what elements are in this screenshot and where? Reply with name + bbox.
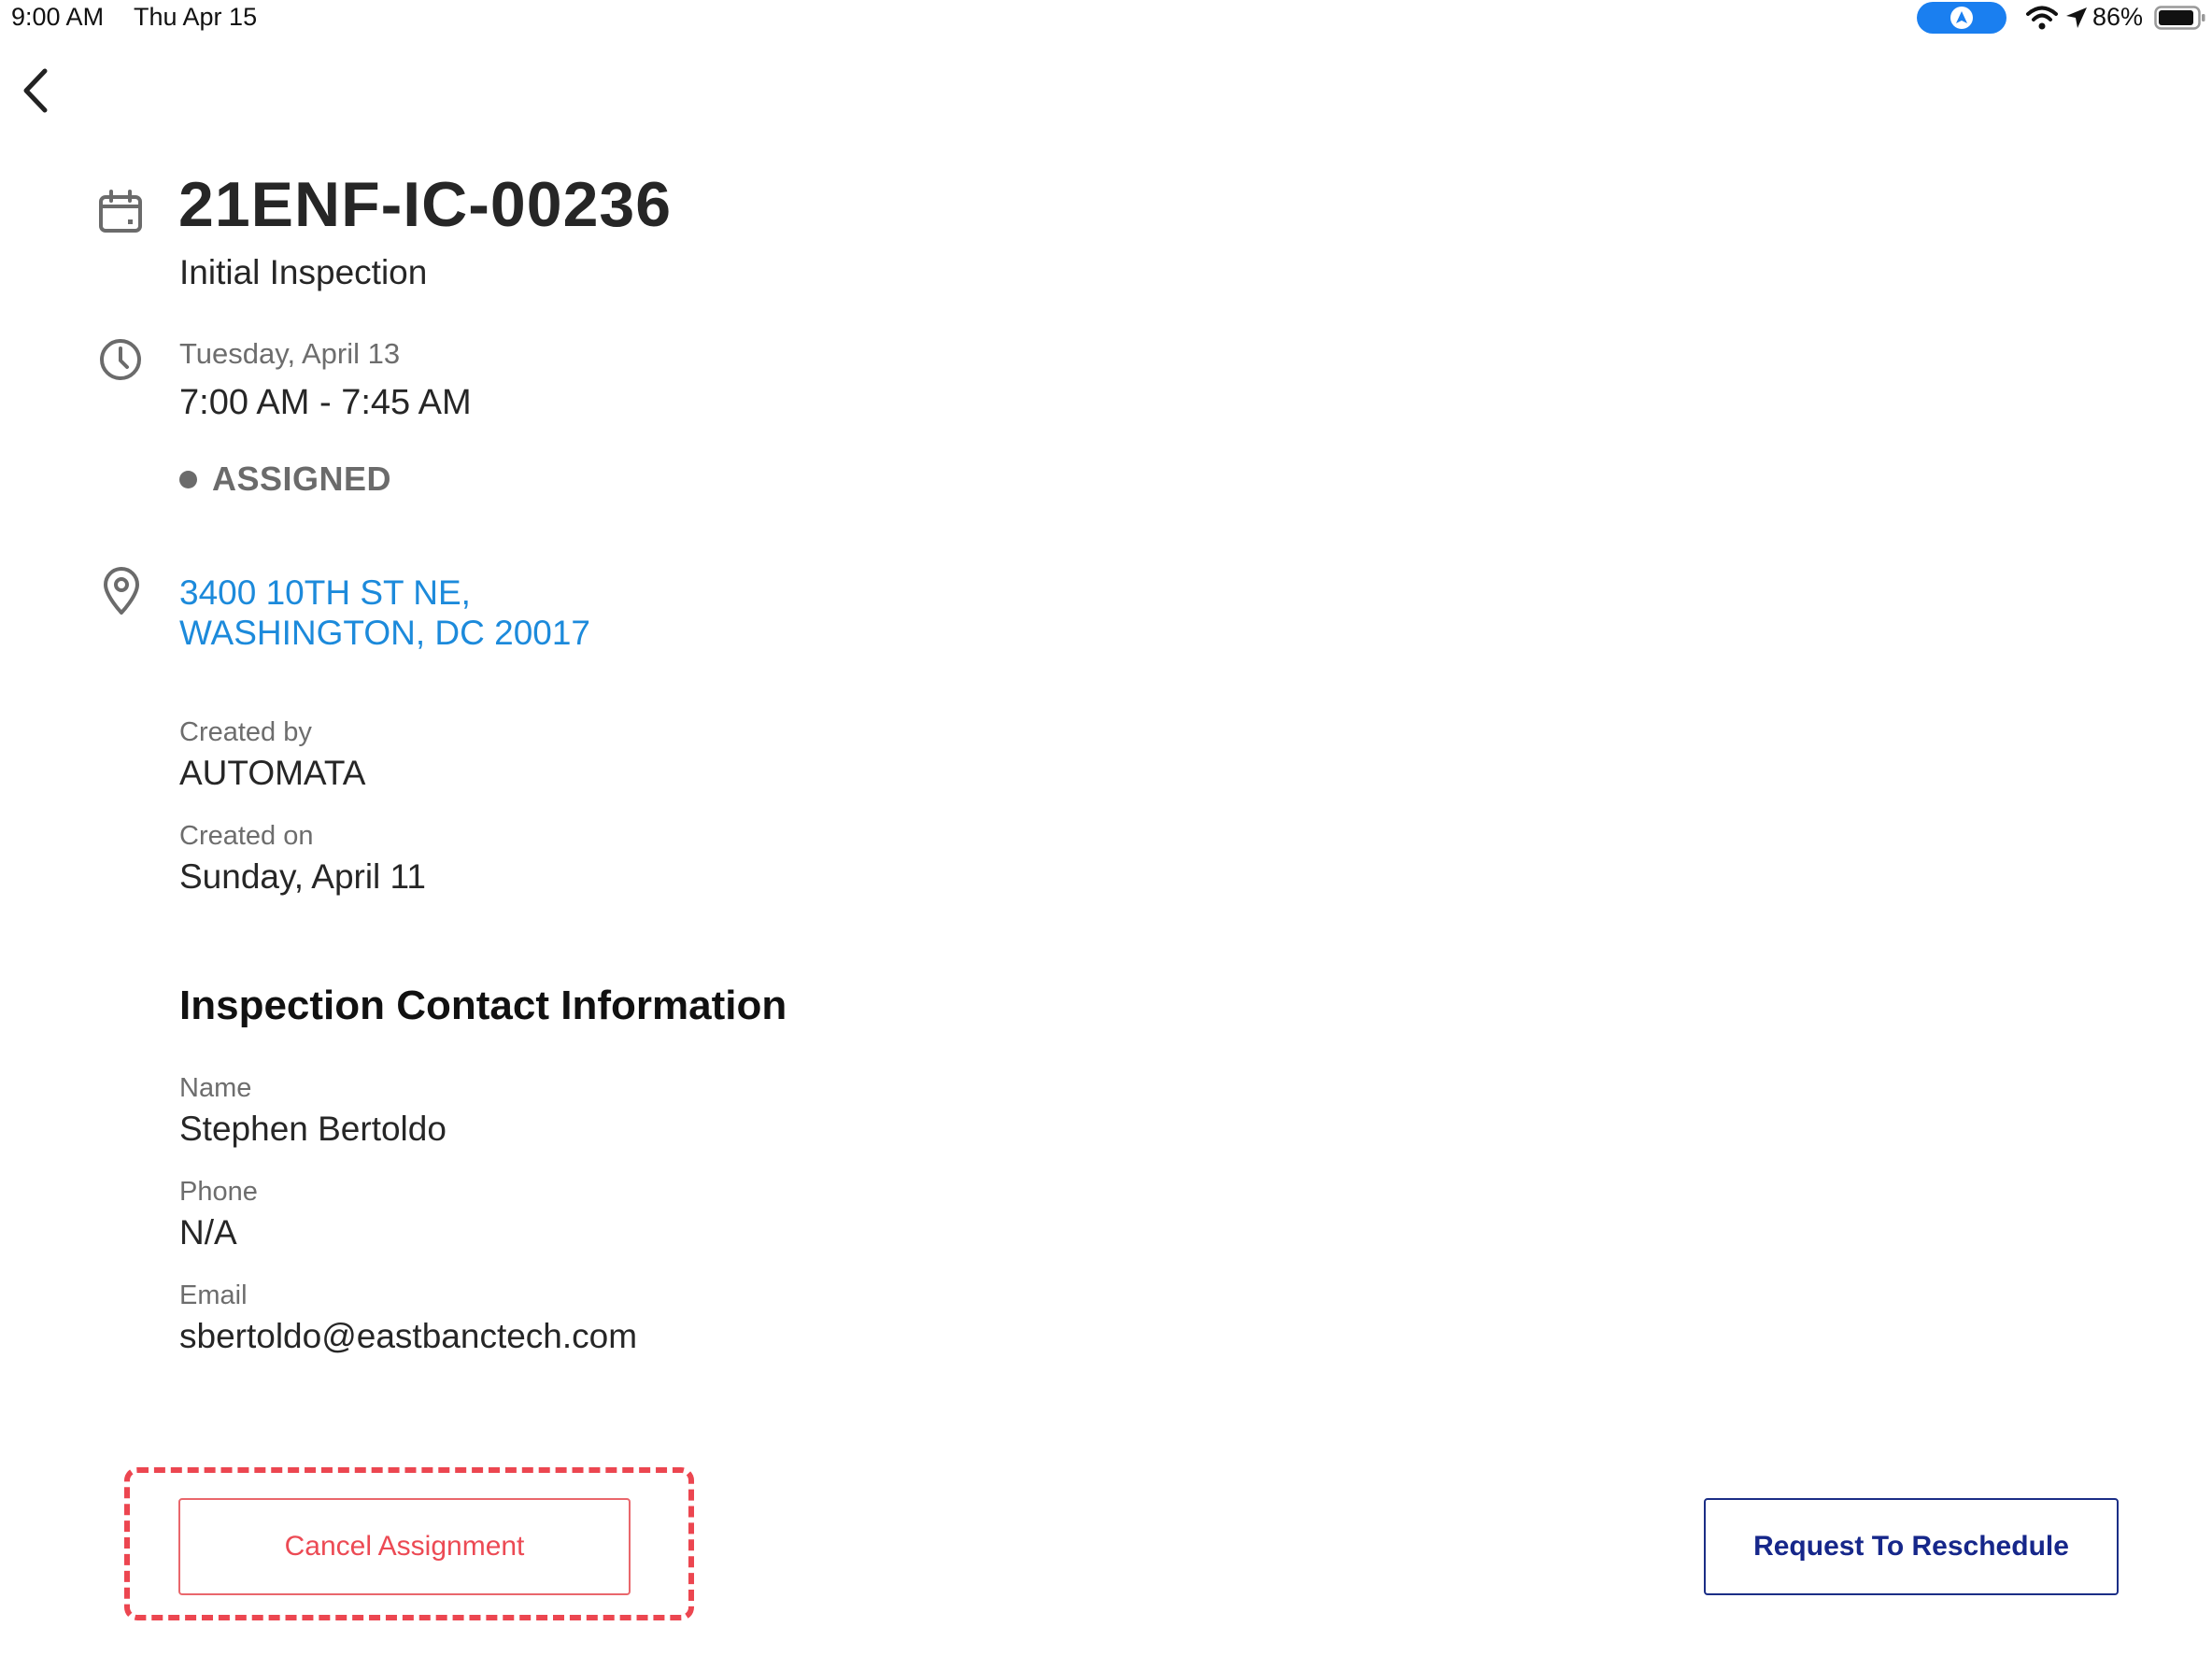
contact-section-title: Inspection Contact Information	[179, 983, 787, 1028]
created-on-value: Sunday, April 11	[179, 857, 426, 896]
map-pin-icon	[104, 567, 139, 615]
inspection-date: Tuesday, April 13	[179, 337, 401, 370]
contact-phone-value: N/A	[179, 1213, 237, 1252]
created-by-label: Created by	[179, 717, 312, 747]
inspection-type: Initial Inspection	[179, 253, 428, 291]
inspection-time-range: 7:00 AM - 7:45 AM	[179, 383, 472, 422]
location-arrow-icon	[1950, 7, 1973, 29]
created-on-label: Created on	[179, 821, 314, 851]
contact-name-value: Stephen Bertoldo	[179, 1110, 447, 1148]
chevron-left-icon	[23, 68, 48, 113]
back-button[interactable]	[17, 65, 54, 116]
contact-email-label: Email	[179, 1280, 248, 1310]
battery-percentage: 86%	[2092, 3, 2144, 31]
created-by-value: AUTOMATA	[179, 754, 366, 792]
address-link-line1[interactable]: 3400 10TH ST NE,	[179, 573, 471, 613]
inspection-id: 21ENF-IC-00236	[178, 169, 673, 240]
cancel-assignment-button[interactable]: Cancel Assignment	[178, 1498, 631, 1595]
contact-phone-label: Phone	[179, 1177, 258, 1207]
clock-icon	[100, 339, 141, 380]
status-text: ASSIGNED	[212, 460, 392, 498]
status-dot	[179, 470, 197, 488]
address-link-line2[interactable]: WASHINGTON, DC 20017	[179, 614, 590, 653]
status-badge: ASSIGNED	[179, 460, 391, 499]
request-reschedule-button[interactable]: Request To Reschedule	[1704, 1498, 2119, 1595]
contact-email-value: sbertoldo@eastbanctech.com	[179, 1317, 638, 1355]
wifi-icon	[2026, 6, 2058, 30]
location-services-icon	[2066, 7, 2087, 28]
contact-name-label: Name	[179, 1073, 252, 1103]
navigation-indicator[interactable]	[1917, 2, 2006, 34]
battery-icon	[2154, 6, 2205, 30]
calendar-icon	[99, 190, 142, 233]
status-time: 9:00 AM	[11, 3, 105, 31]
status-date: Thu Apr 15	[134, 3, 258, 31]
